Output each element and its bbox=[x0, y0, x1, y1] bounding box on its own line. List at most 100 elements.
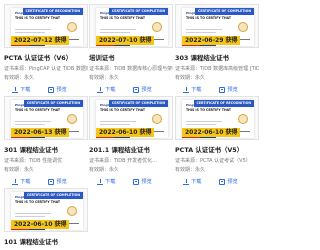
certificate-banner: CERTIFICATE OF COMPLETION bbox=[108, 8, 168, 15]
preview-button[interactable]: 预览 bbox=[133, 86, 152, 93]
download-button[interactable]: 下载 bbox=[183, 178, 201, 185]
seal-icon bbox=[152, 22, 162, 32]
certificate-source: 证书来源：TiDB 开发者优化... bbox=[89, 158, 157, 164]
download-label: 下载 bbox=[20, 179, 31, 185]
certificate-headline: THIS IS TO CERTIFY THAT bbox=[100, 108, 146, 112]
certificate-card: PingCAP CERTIFICATE OF RECOGNITION THIS … bbox=[4, 4, 88, 94]
download-icon bbox=[183, 86, 189, 93]
certificate-text-line bbox=[15, 29, 51, 30]
preview-icon bbox=[219, 86, 226, 93]
certificate-text-line bbox=[186, 124, 216, 125]
seal-icon bbox=[67, 22, 77, 32]
certificate-validity: 有效期：永久 bbox=[175, 167, 206, 173]
certificate-text-line bbox=[186, 32, 216, 33]
certificate-banner: CERTIFICATE OF COMPLETION bbox=[23, 100, 83, 107]
certificate-headline: THIS IS TO CERTIFY THAT bbox=[15, 200, 61, 204]
certificate-card: PingCAP CERTIFICATE OF COMPLETION THIS I… bbox=[4, 96, 88, 186]
certificate-thumbnail[interactable]: PingCAP CERTIFICATE OF RECOGNITION THIS … bbox=[175, 96, 259, 140]
seal-icon bbox=[238, 114, 248, 124]
certificate-text-line bbox=[15, 124, 45, 125]
preview-icon bbox=[133, 178, 140, 185]
certificate-text-line bbox=[186, 29, 222, 30]
certificate-text-line bbox=[100, 29, 136, 30]
certificate-source: 证书来源：TiDB 数据库核心原理与架构... bbox=[89, 66, 173, 72]
certificate-text-line bbox=[15, 121, 51, 122]
seal-icon bbox=[152, 114, 162, 124]
certificate-text-line bbox=[15, 32, 45, 33]
download-button[interactable]: 下载 bbox=[12, 178, 30, 185]
download-icon bbox=[12, 178, 18, 185]
certificate-source: 证书来源：PingCAP 认证 TiDB 数据库... bbox=[4, 66, 88, 72]
card-actions: 下载 预览 bbox=[89, 177, 173, 186]
card-actions: 下载 预览 bbox=[89, 85, 173, 94]
certificate-validity: 有效期：永久 bbox=[89, 167, 120, 173]
certificate-thumbnail[interactable]: PingCAP CERTIFICATE OF COMPLETION THIS I… bbox=[89, 4, 173, 48]
certificate-text-line bbox=[15, 216, 45, 217]
preview-label: 预览 bbox=[56, 87, 67, 93]
certificate-card: PingCAP CERTIFICATE OF COMPLETION THIS I… bbox=[175, 4, 259, 94]
certificate-banner: CERTIFICATE OF COMPLETION bbox=[23, 192, 83, 199]
preview-icon bbox=[48, 86, 55, 93]
certificate-title: PCTA 认证证书（V6） bbox=[4, 54, 73, 62]
certificate-headline: THIS IS TO CERTIFY THAT bbox=[15, 16, 61, 20]
certificate-validity: 有效期：永久 bbox=[89, 75, 120, 81]
card-actions: 下载 预览 bbox=[4, 177, 88, 186]
download-label: 下载 bbox=[105, 87, 116, 93]
preview-icon bbox=[48, 178, 55, 185]
certificate-thumbnail[interactable]: PingCAP CERTIFICATE OF COMPLETION THIS I… bbox=[4, 96, 88, 140]
download-button[interactable]: 下载 bbox=[97, 178, 115, 185]
certificate-headline: THIS IS TO CERTIFY THAT bbox=[100, 16, 146, 20]
preview-label: 预览 bbox=[227, 179, 238, 185]
certificate-source: 证书来源：TiDB 数据库高级管理 [TiDB v6] bbox=[175, 66, 259, 72]
download-icon bbox=[97, 178, 103, 185]
preview-label: 预览 bbox=[141, 87, 152, 93]
certificate-headline: THIS IS TO CERTIFY THAT bbox=[15, 108, 61, 112]
certificate-banner: CERTIFICATE OF COMPLETION bbox=[194, 8, 254, 15]
download-button[interactable]: 下载 bbox=[183, 86, 201, 93]
download-label: 下载 bbox=[105, 179, 116, 185]
download-icon bbox=[12, 86, 18, 93]
certificate-banner: CERTIFICATE OF COMPLETION bbox=[108, 100, 168, 107]
certificate-headline: THIS IS TO CERTIFY THAT bbox=[186, 108, 232, 112]
preview-button[interactable]: 预览 bbox=[219, 86, 238, 93]
preview-button[interactable]: 预览 bbox=[48, 178, 67, 185]
date-badge: 2022-07-10 获得 bbox=[96, 36, 155, 45]
certificate-text-line bbox=[15, 213, 51, 214]
date-badge: 2022-06-10 获得 bbox=[96, 128, 155, 137]
seal-icon bbox=[67, 206, 77, 216]
seal-icon bbox=[67, 114, 77, 124]
download-label: 下载 bbox=[191, 87, 202, 93]
certificate-title: 培训证书 bbox=[89, 54, 115, 62]
certificate-title: PCTA 认证证书（V5） bbox=[175, 146, 244, 154]
certificate-validity: 有效期：永久 bbox=[4, 75, 35, 81]
card-actions: 下载 预览 bbox=[4, 85, 88, 94]
certificate-grid: PingCAP CERTIFICATE OF RECOGNITION THIS … bbox=[0, 0, 262, 250]
preview-button[interactable]: 预览 bbox=[133, 178, 152, 185]
certificate-text-line bbox=[100, 121, 136, 122]
certificate-thumbnail[interactable]: PingCAP CERTIFICATE OF COMPLETION THIS I… bbox=[89, 96, 173, 140]
certificate-text-line bbox=[186, 121, 222, 122]
date-badge: 2022-06-10 获得 bbox=[182, 128, 241, 137]
download-button[interactable]: 下载 bbox=[97, 86, 115, 93]
card-actions: 下载 预览 bbox=[175, 177, 259, 186]
certificate-title: 201.1 课程结业证书 bbox=[89, 146, 150, 154]
preview-button[interactable]: 预览 bbox=[219, 178, 238, 185]
certificate-card: PingCAP CERTIFICATE OF RECOGNITION THIS … bbox=[175, 96, 259, 186]
certificate-thumbnail[interactable]: PingCAP CERTIFICATE OF COMPLETION THIS I… bbox=[4, 188, 88, 232]
certificate-card: PingCAP CERTIFICATE OF COMPLETION THIS I… bbox=[89, 96, 173, 186]
preview-button[interactable]: 预览 bbox=[48, 86, 67, 93]
preview-icon bbox=[219, 178, 226, 185]
certificate-title: 301 课程结业证书 bbox=[4, 146, 58, 154]
certificate-thumbnail[interactable]: PingCAP CERTIFICATE OF RECOGNITION THIS … bbox=[4, 4, 88, 48]
card-actions: 下载 预览 bbox=[175, 85, 259, 94]
preview-icon bbox=[133, 86, 140, 93]
certificate-text-line bbox=[100, 124, 130, 125]
certificate-card: PingCAP CERTIFICATE OF COMPLETION THIS I… bbox=[4, 188, 88, 246]
certificate-thumbnail[interactable]: PingCAP CERTIFICATE OF COMPLETION THIS I… bbox=[175, 4, 259, 48]
certificate-text-line bbox=[100, 32, 130, 33]
download-button[interactable]: 下载 bbox=[12, 86, 30, 93]
certificate-card: PingCAP CERTIFICATE OF COMPLETION THIS I… bbox=[89, 4, 173, 94]
certificate-validity: 有效期：永久 bbox=[4, 167, 35, 173]
certificate-banner: CERTIFICATE OF RECOGNITION bbox=[22, 8, 83, 15]
seal-icon bbox=[238, 22, 248, 32]
